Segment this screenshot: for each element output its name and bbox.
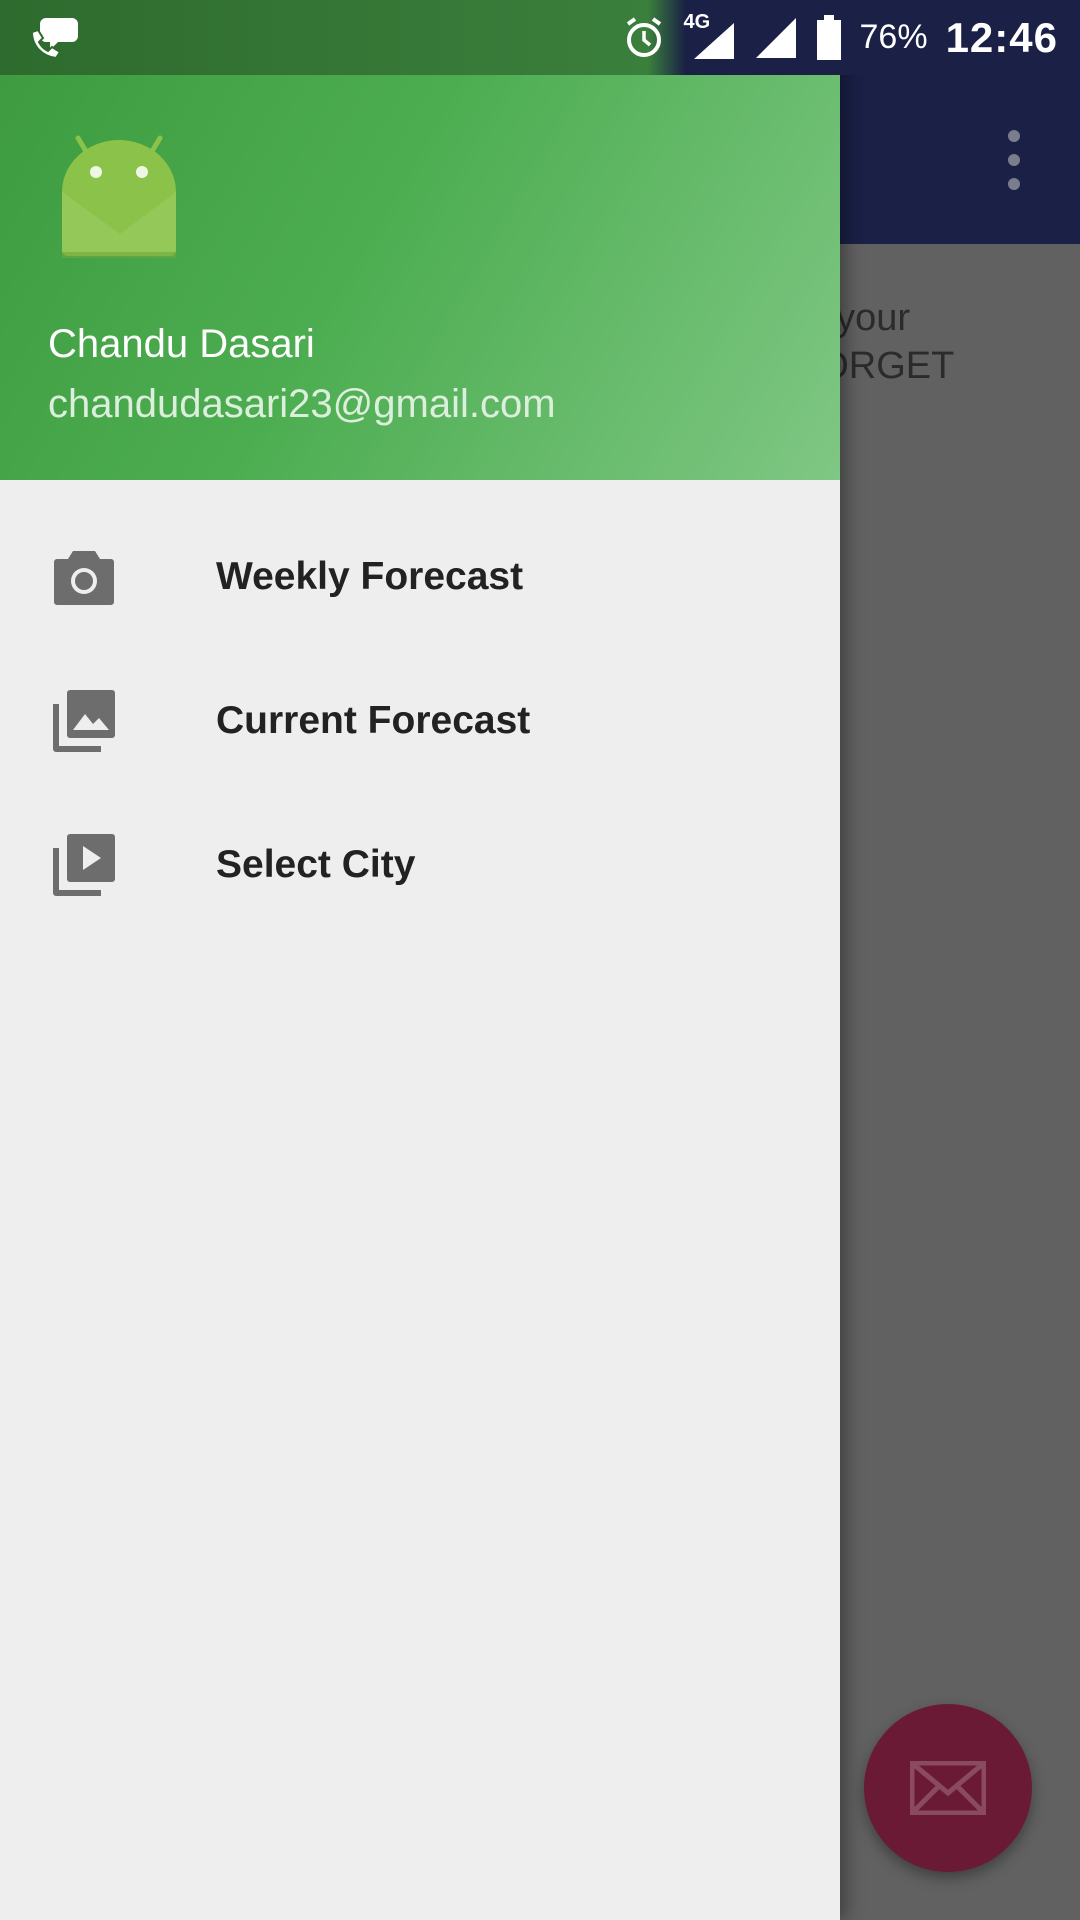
gallery-icon	[52, 689, 116, 753]
android-icon[interactable]	[54, 130, 184, 260]
signal-icon	[755, 17, 796, 58]
clock: 12:46	[945, 13, 1058, 61]
menu-item-current-forecast[interactable]: Current Forecast	[0, 649, 840, 793]
drawer-menu: Weekly Forecast Current Forecast Select …	[0, 505, 840, 937]
battery-percent: 76%	[859, 18, 928, 56]
menu-item-label: Select City	[216, 843, 416, 886]
navigation-drawer: Chandu Dasari chandudasari23@gmail.com W…	[0, 0, 840, 1920]
video-library-icon	[52, 833, 116, 897]
battery-icon	[816, 14, 841, 60]
camera-icon	[52, 545, 116, 609]
more-vert-icon[interactable]	[998, 130, 1030, 190]
menu-item-label: Current Forecast	[216, 699, 531, 742]
user-name: Chandu Dasari	[48, 322, 315, 366]
status-bar: 4G 76% 12:46	[0, 0, 1080, 75]
user-email: chandudasari23@gmail.com	[48, 382, 556, 426]
alarm-icon	[626, 16, 661, 57]
menu-item-weekly-forecast[interactable]: Weekly Forecast	[0, 505, 840, 649]
email-icon	[910, 1761, 986, 1815]
menu-item-select-city[interactable]: Select City	[0, 793, 840, 937]
signal-4g-icon: 4G	[684, 11, 736, 61]
menu-item-label: Weekly Forecast	[216, 555, 524, 598]
call-chat-icon	[28, 14, 80, 65]
email-fab-button[interactable]	[864, 1704, 1032, 1872]
background-content-text: ct your FORGET	[810, 297, 955, 387]
